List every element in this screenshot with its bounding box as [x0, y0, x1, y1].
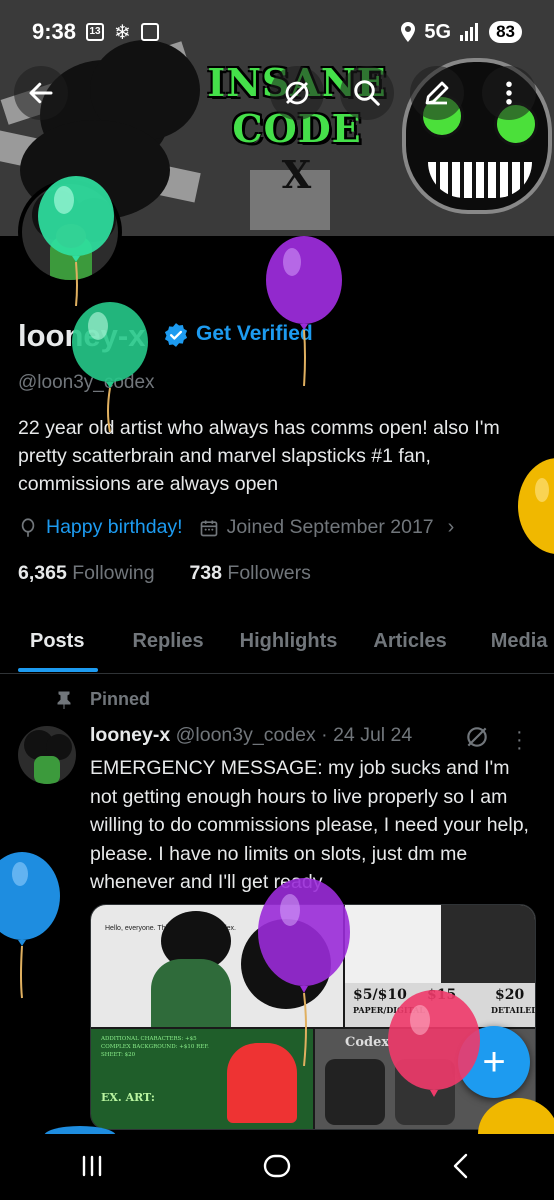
more-vertical-icon [506, 81, 512, 105]
tab-highlights[interactable]: Highlights [240, 618, 338, 673]
profile-meta: Happy birthday! Joined September 2017 › [18, 516, 454, 539]
follow-stats: 6,365 Following 738 Followers [18, 562, 311, 585]
media-figure [151, 959, 231, 1027]
following-label: Following [72, 562, 155, 584]
media-note: ADDITIONAL CHARACTERS: +$5 COMPLEX BACKG… [101, 1036, 209, 1058]
followers-count: 738 [189, 562, 222, 584]
location-icon [401, 22, 416, 42]
profile-bio: 22 year old artist who always has comms … [18, 417, 500, 495]
media-figure [325, 1059, 385, 1125]
arrow-left-icon [29, 82, 53, 104]
verified-badge-icon [164, 323, 188, 347]
media-blob [241, 919, 331, 1009]
post-more-icon[interactable]: · · · [516, 722, 523, 758]
tab-articles[interactable]: Articles [373, 618, 446, 673]
birthday-link[interactable]: Happy birthday! [46, 516, 183, 539]
balloon-icon [21, 517, 35, 537]
signal-icon [460, 23, 479, 41]
post-handle[interactable]: @loon3y_codex [176, 724, 316, 746]
grok-icon [285, 81, 309, 105]
tab-media[interactable]: Media [491, 618, 548, 673]
network-label: 5G [424, 20, 452, 43]
compose-button[interactable]: + [458, 1026, 530, 1098]
following-count: 6,365 [18, 562, 67, 584]
back-button[interactable] [14, 66, 68, 120]
following-link[interactable]: 6,365 Following [18, 562, 155, 584]
tab-posts[interactable]: Posts [30, 618, 84, 673]
purple-balloon-decoration [266, 236, 342, 386]
followers-link[interactable]: 738 Followers [189, 562, 310, 584]
joined-date: Joined September 2017 [226, 516, 434, 538]
status-time: 9:38 [32, 19, 77, 44]
grok-button[interactable] [270, 66, 324, 120]
post-text: EMERGENCY MESSAGE: my job sucks and I'm … [90, 757, 529, 893]
post-header: looney-x @loon3y_codex · 24 Jul 24 [90, 724, 412, 747]
calendar-notification-icon: 13 [86, 23, 105, 41]
media-image-3: ADDITIONAL CHARACTERS: +$5 COMPLEX BACKG… [91, 1029, 313, 1129]
profile-tabs: Posts Replies Highlights Articles Media [0, 618, 554, 674]
media-sketch [345, 905, 441, 983]
get-verified-link[interactable]: Get Verified [196, 322, 313, 346]
active-tab-indicator [18, 668, 98, 672]
avatar-face [56, 224, 86, 248]
price-label-1: PAPER/DIGITAL [353, 1005, 425, 1015]
media-image-2: $5/$10 $15 $20 PAPER/DIGITAL DETAILED [345, 905, 536, 1027]
search-icon [354, 80, 380, 106]
more-button[interactable] [482, 66, 536, 120]
calendar-icon [200, 520, 217, 536]
plus-icon: + [482, 1040, 506, 1084]
media-ex-art: EX. ART: [101, 1091, 155, 1104]
snowflake-icon: ❄ [114, 21, 131, 44]
pinned-indicator: Pinned [56, 689, 150, 710]
recent-apps-icon[interactable] [75, 1149, 109, 1183]
media-figure [395, 1059, 455, 1125]
post-avatar-body [34, 756, 60, 784]
media-codex-label: Codex [345, 1035, 390, 1050]
edit-button[interactable] [410, 66, 464, 120]
back-nav-icon[interactable] [445, 1149, 479, 1183]
status-bar: 9:38 13 ❄ 5G 83 [0, 0, 554, 64]
search-button[interactable] [340, 66, 394, 120]
face-grin [428, 162, 532, 198]
chevron-right-icon[interactable]: › [448, 516, 455, 539]
price-1: $5/$10 [353, 987, 407, 1003]
clipboard-icon [140, 23, 159, 41]
banner-title-line3: X [281, 152, 313, 197]
post-avatar[interactable] [18, 726, 76, 784]
media-digital [441, 905, 535, 983]
post-date[interactable]: · 24 Jul 24 [321, 724, 412, 746]
pin-icon [57, 691, 71, 709]
edit-icon [425, 81, 449, 105]
system-navigation-bar [0, 1132, 554, 1200]
profile-handle: @loon3y_codex [18, 372, 155, 393]
blue-balloon-decoration [0, 852, 60, 999]
post-media[interactable]: Hello, everyone. This is Kallus aka Code… [90, 904, 536, 1130]
tab-replies[interactable]: Replies [132, 618, 203, 673]
home-icon[interactable] [260, 1149, 294, 1183]
battery-indicator: 83 [489, 21, 522, 43]
media-image-1: Hello, everyone. This is Kallus aka Code… [91, 905, 343, 1027]
grok-icon[interactable] [464, 724, 490, 750]
profile-name: looney-x [18, 318, 146, 353]
media-figure [227, 1043, 297, 1123]
pinned-label: Pinned [90, 689, 151, 709]
price-3: $20 [495, 987, 525, 1003]
followers-label: Followers [227, 562, 311, 584]
price-2: $15 [427, 987, 457, 1003]
price-label-2: DETAILED [491, 1005, 536, 1015]
post-author[interactable]: looney-x [90, 724, 170, 746]
profile-avatar[interactable] [18, 180, 122, 284]
